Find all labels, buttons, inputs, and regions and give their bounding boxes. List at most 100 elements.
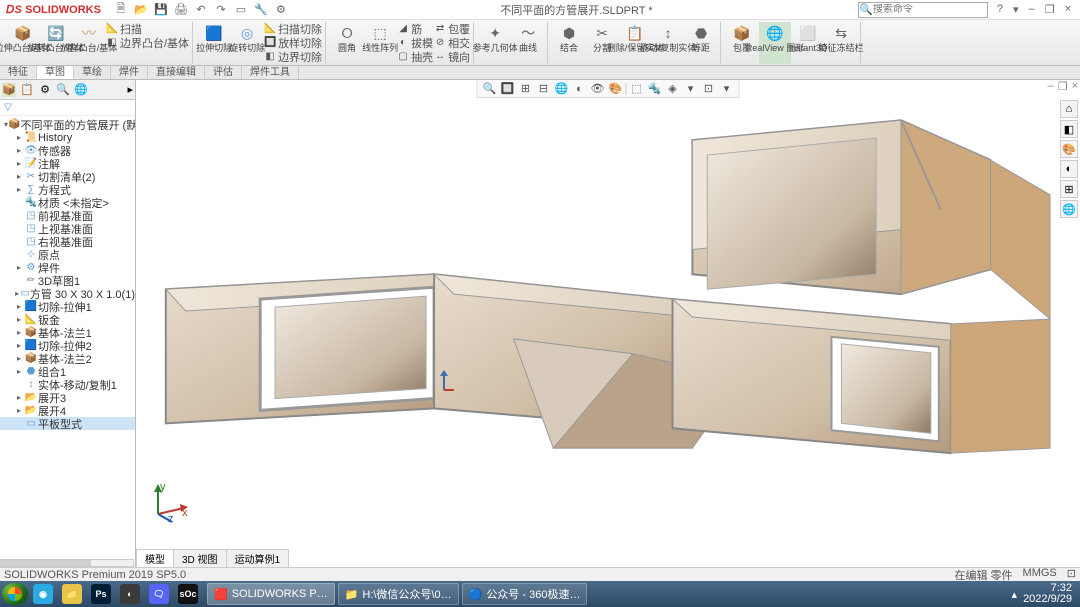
qat-redo-icon[interactable]: ↷ (213, 2, 229, 18)
command-search[interactable]: 🔍 (858, 2, 988, 18)
model-tab-运动算例1[interactable]: 运动算例1 (226, 549, 290, 567)
model-tab-3D 视图[interactable]: 3D 视图 (173, 549, 227, 567)
taskbar-pinned-2[interactable]: Ps (87, 583, 115, 605)
vp-close-icon[interactable]: × (1072, 80, 1078, 93)
taskbar-task[interactable]: 📁H:\微信公众号\0… (338, 583, 459, 605)
ribbon-拔模[interactable]: ◐拔模 (397, 36, 433, 49)
ribbon-包覆[interactable]: ⇄包覆 (434, 22, 470, 35)
taskbar-task[interactable]: 🟥SOLIDWORKS P… (207, 583, 335, 605)
vp-tool-icon-4[interactable]: 🌐 (554, 81, 570, 97)
ribbon-移动/复制实体[interactable]: ↕移动/复制实体 (652, 22, 684, 64)
vp-tool-icon-0[interactable]: 🔍 (482, 81, 498, 97)
vp-tool-icon-9[interactable]: ⬚ (629, 81, 645, 97)
start-button[interactable] (2, 583, 28, 605)
tab-草图[interactable]: 草图 (37, 66, 74, 79)
fm-tab-icon-4[interactable]: 🌐 (74, 83, 88, 97)
fm-tab-icon-0[interactable]: 📦 (2, 83, 16, 97)
ribbon-筋[interactable]: ◢筋 (397, 22, 433, 35)
vp-tool-icon-3[interactable]: ⊟ (536, 81, 552, 97)
qat-undo-icon[interactable]: ↶ (193, 2, 209, 18)
ribbon-扫描[interactable]: 📐扫描 (106, 22, 189, 35)
qat-rebuild-icon[interactable]: 🔧 (253, 2, 269, 18)
fm-filter[interactable]: ▽ (0, 100, 135, 116)
taskbar-task[interactable]: 🔵公众号 - 360极速… (462, 583, 588, 605)
taskbar-pinned-1[interactable]: 📁 (58, 583, 86, 605)
vp-min-icon[interactable]: – (1048, 80, 1054, 93)
view-orientation-triad[interactable]: y x z (150, 482, 190, 522)
maximize-button[interactable]: ❐ (1042, 3, 1058, 16)
ribbon-放样凸台/基体[interactable]: 〰放样凸台/基体 (73, 22, 105, 64)
taskbar-pinned-0[interactable]: ◉ (29, 583, 57, 605)
vp-tool-icon-12[interactable]: ▾ (683, 81, 699, 97)
command-search-input[interactable] (873, 4, 973, 15)
help-button[interactable]: ? (994, 3, 1006, 16)
help-drop-icon[interactable]: ▾ (1010, 3, 1022, 16)
taskbar-pinned-4[interactable]: 🗨 (145, 583, 173, 605)
qat-options-icon[interactable]: ⚙ (273, 2, 289, 18)
vp-tool-icon-6[interactable]: 👁 (590, 81, 606, 97)
taskbar-pinned-5[interactable]: sOc (174, 583, 202, 605)
vp-tool-icon-11[interactable]: ◈ (665, 81, 681, 97)
ribbon-特征冻结栏[interactable]: ⇆特征冻结栏 (825, 22, 857, 64)
ribbon-镜向[interactable]: ↔镜向 (434, 50, 470, 63)
ribbon-结合[interactable]: ⬢结合 (553, 22, 585, 64)
tab-直接编辑[interactable]: 直接编辑 (148, 66, 205, 79)
tab-草绘[interactable]: 草绘 (74, 66, 111, 79)
tab-特征[interactable]: 特征 (0, 66, 37, 79)
graphics-viewport[interactable]: 🔍🔲⊞⊟🌐◐👁🎨⬚🔩◈▾⊡▾ – ❐ × ⌂◧🎨◐⊞🌐 (136, 80, 1080, 570)
tab-焊件工具[interactable]: 焊件工具 (242, 66, 299, 79)
tab-评估[interactable]: 评估 (205, 66, 242, 79)
qat-print-icon[interactable]: 🖨 (173, 2, 189, 18)
ribbon-边界凸台/基体[interactable]: ◧边界凸台/基体 (106, 36, 189, 49)
ribbon-RealView 图形[interactable]: 🌐RealView 图形 (759, 22, 791, 64)
ribbon-扫描切除[interactable]: 📐扫描切除 (264, 22, 322, 35)
taskbar-pinned-3[interactable]: ◐ (116, 583, 144, 605)
taskpane-icon-3[interactable]: ◐ (1060, 160, 1078, 178)
model-tab-模型[interactable]: 模型 (136, 549, 174, 567)
tab-焊件[interactable]: 焊件 (111, 66, 148, 79)
qat-select-icon[interactable]: ▭ (233, 2, 249, 18)
tray-chevron-icon[interactable]: ▴ (1012, 588, 1018, 601)
tree-item[interactable]: ▸📂展开3 (0, 391, 135, 404)
ribbon-拉伸切除[interactable]: 🟦拉伸切除 (198, 22, 230, 64)
ribbon-边界切除[interactable]: ◧边界切除 (264, 50, 322, 63)
ribbon-曲线[interactable]: 〜曲线 (512, 22, 544, 64)
taskpane-icon-4[interactable]: ⊞ (1060, 180, 1078, 198)
vp-max-icon[interactable]: ❐ (1058, 80, 1068, 93)
ribbon-抽壳[interactable]: ▢抽壳 (397, 50, 433, 63)
vp-tool-icon-5[interactable]: ◐ (572, 81, 588, 97)
close-button[interactable]: × (1062, 3, 1074, 16)
taskpane-icon-1[interactable]: ◧ (1060, 120, 1078, 138)
ribbon-等距[interactable]: ⬣等距 (685, 22, 717, 64)
ribbon-圆角[interactable]: ⭘圆角 (331, 22, 363, 64)
qat-save-icon[interactable]: 💾 (153, 2, 169, 18)
tree-item[interactable]: ▸📦基体-法兰2 (0, 352, 135, 365)
fm-tab-icon-1[interactable]: 📋 (20, 83, 34, 97)
vp-tool-icon-14[interactable]: ▾ (719, 81, 735, 97)
vp-tool-icon-7[interactable]: 🎨 (608, 81, 624, 97)
tree-item[interactable]: ▸🟦切除-拉伸1 (0, 300, 135, 313)
vp-tool-icon-1[interactable]: 🔲 (500, 81, 516, 97)
vp-tool-icon-13[interactable]: ⊡ (701, 81, 717, 97)
tree-item[interactable]: ▭平板型式 (0, 417, 135, 430)
vp-tool-icon-2[interactable]: ⊞ (518, 81, 534, 97)
minimize-button[interactable]: – (1026, 3, 1038, 16)
fm-scrollbar[interactable] (0, 559, 134, 567)
ribbon-相交[interactable]: ⊘相交 (434, 36, 470, 49)
fm-flyout-icon[interactable]: ▸ (127, 83, 133, 96)
taskpane-icon-0[interactable]: ⌂ (1060, 100, 1078, 118)
tree-root[interactable]: ▾📦不同平面的方管展开 (默认<按加工>><< (0, 118, 135, 131)
tree-item[interactable]: ⊹原点 (0, 248, 135, 261)
tray-clock[interactable]: 7:322022/9/29 (1023, 583, 1072, 605)
tree-item[interactable]: ↕实体-移动/复制1 (0, 378, 135, 391)
qat-new-icon[interactable]: 🗎 (113, 2, 129, 18)
taskpane-icon-2[interactable]: 🎨 (1060, 140, 1078, 158)
ribbon-参考几何体[interactable]: ✦参考几何体 (479, 22, 511, 64)
system-tray[interactable]: ▴ 7:322022/9/29 (1012, 583, 1078, 605)
tree-item[interactable]: ◳右视基准面 (0, 235, 135, 248)
ribbon-放样切除[interactable]: 🔲放样切除 (264, 36, 322, 49)
ribbon-旋转切除[interactable]: ◎旋转切除 (231, 22, 263, 64)
fm-tab-icon-2[interactable]: ⚙ (38, 83, 52, 97)
fm-tab-icon-3[interactable]: 🔍 (56, 83, 70, 97)
ribbon-线性阵列[interactable]: ⬚线性阵列 (364, 22, 396, 64)
